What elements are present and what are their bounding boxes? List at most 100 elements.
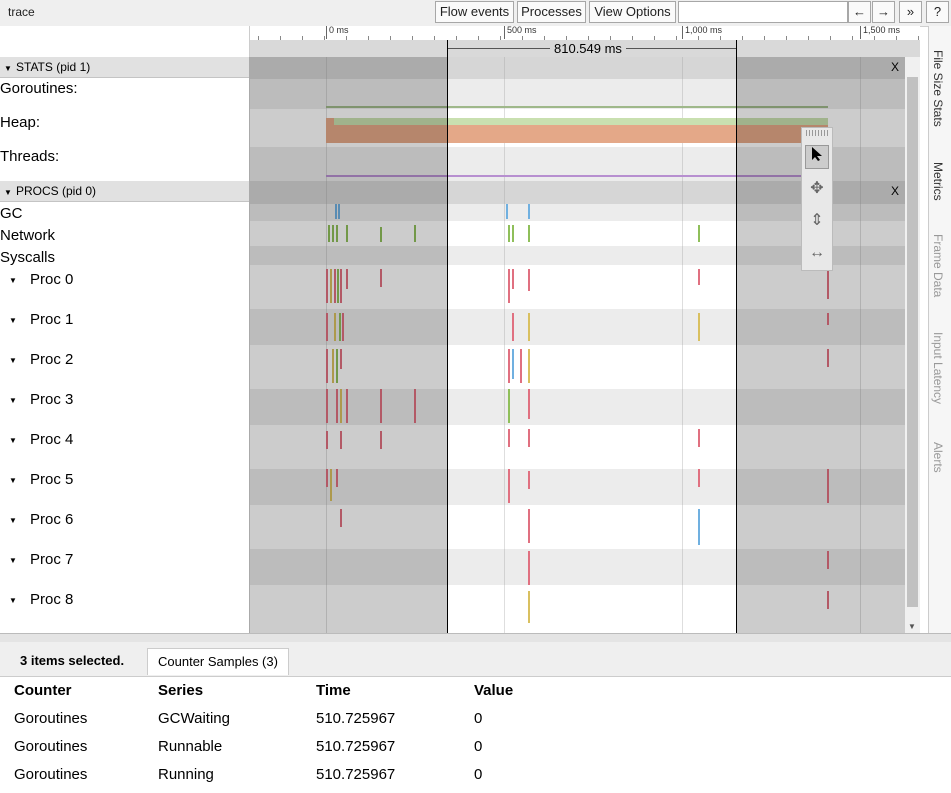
side-tab-input-latency[interactable]: Input Latency	[931, 332, 945, 404]
trace-slice[interactable]	[528, 509, 530, 543]
collapse-triangle-icon[interactable]: ▼	[0, 183, 16, 203]
trace-slice[interactable]	[698, 509, 700, 545]
trace-slice[interactable]	[512, 349, 514, 379]
trace-slice[interactable]	[512, 225, 514, 242]
tick-label: 1,000 ms	[685, 25, 723, 35]
proc-track-label[interactable]: ▼ Proc 4	[0, 431, 249, 448]
trace-slice[interactable]	[698, 269, 700, 285]
trace-slice[interactable]	[698, 225, 700, 242]
tab-counter-samples[interactable]: Counter Samples (3)	[147, 648, 289, 675]
app-title: trace	[8, 5, 35, 19]
close-icon[interactable]: X	[891, 184, 899, 198]
measurement-bar[interactable]: 810.549 ms	[250, 40, 920, 58]
trace-slice[interactable]	[508, 429, 510, 447]
group-title: PROCS (pid 0)	[16, 184, 97, 198]
table-cell: GCWaiting	[158, 709, 230, 727]
trace-slice[interactable]	[508, 389, 510, 423]
trace-slice[interactable]	[528, 349, 530, 383]
tick-label: 500 ms	[507, 25, 537, 35]
column-header[interactable]: Value	[460, 676, 660, 704]
measurement-label: 810.549 ms	[550, 41, 626, 56]
trace-slice[interactable]	[698, 313, 700, 341]
side-tab-metrics[interactable]: Metrics	[931, 162, 945, 201]
trace-slice[interactable]	[528, 313, 530, 341]
table-row[interactable]: Goroutines Running 510.725967 0	[0, 760, 660, 788]
side-tab-file-size-stats[interactable]: File Size Stats	[931, 50, 945, 127]
procs-group-header[interactable]: ▼ PROCS (pid 0)	[0, 181, 249, 202]
bottom-tab-bar	[0, 642, 951, 677]
proc-track-label[interactable]: ▼ Proc 2	[0, 351, 249, 368]
side-tab-alerts[interactable]: Alerts	[931, 442, 945, 473]
table-header-row: Counter Series Time Value	[0, 676, 660, 704]
forward-arrow-icon[interactable]: →	[872, 1, 895, 23]
track-label-syscalls: Syscalls	[0, 249, 249, 266]
table-cell: 510.725967	[316, 737, 396, 755]
timing-tool-icon[interactable]: ↔	[805, 241, 829, 265]
trace-slice[interactable]	[528, 471, 530, 489]
more-chevron-icon[interactable]: »	[899, 1, 922, 23]
proc-track-label[interactable]: ▼ Proc 5	[0, 471, 249, 488]
top-toolbar: trace Flow events Processes View Options…	[0, 0, 951, 27]
selection-marker-right[interactable]	[736, 57, 737, 633]
back-arrow-icon[interactable]: ←	[848, 1, 871, 23]
time-ruler[interactable]: 0 ms 500 ms 1,000 ms 1,500 ms	[250, 25, 920, 41]
trace-slice[interactable]	[508, 469, 510, 503]
table-cell: 0	[474, 765, 483, 783]
trace-slice[interactable]	[698, 429, 700, 447]
scrollbar-thumb[interactable]	[907, 77, 918, 607]
drag-handle-icon[interactable]	[806, 130, 828, 136]
trace-slice[interactable]	[520, 349, 522, 383]
trace-slice[interactable]	[528, 429, 530, 447]
collapse-triangle-icon[interactable]: ▼	[0, 59, 16, 79]
trace-slice[interactable]	[512, 269, 514, 289]
proc-track-label[interactable]: ▼ Proc 6	[0, 511, 249, 528]
table-cell: Goroutines	[14, 737, 88, 755]
scroll-down-icon[interactable]: ▼	[908, 622, 916, 631]
trace-slice[interactable]	[508, 349, 510, 383]
proc-track-label[interactable]: ▼ Proc 0	[0, 271, 249, 288]
table-cell: 0	[474, 709, 483, 727]
trace-slice[interactable]	[512, 313, 514, 341]
table-cell: Running	[158, 765, 214, 783]
column-header[interactable]: Counter	[0, 676, 144, 704]
side-tab-frame-data[interactable]: Frame Data	[931, 234, 945, 297]
table-cell: 0	[474, 737, 483, 755]
trace-slice[interactable]	[528, 389, 530, 419]
trace-slice[interactable]	[528, 269, 530, 291]
view-options-button[interactable]: View Options	[589, 1, 676, 23]
stats-group-header[interactable]: ▼ STATS (pid 1)	[0, 57, 249, 78]
left-header-spacer	[0, 26, 250, 57]
trace-slice[interactable]	[506, 204, 508, 219]
table-cell: 510.725967	[316, 709, 396, 727]
table-cell: Goroutines	[14, 765, 88, 783]
pan-tool-icon[interactable]: ✥	[805, 177, 829, 201]
processes-button[interactable]: Processes	[517, 1, 586, 23]
proc-track-label[interactable]: ▼ Proc 8	[0, 591, 249, 608]
trace-slice[interactable]	[508, 269, 510, 303]
side-panel-tabs: File Size Stats Metrics Frame Data Input…	[928, 26, 951, 634]
trace-slice[interactable]	[508, 225, 510, 242]
zoom-tool-icon[interactable]: ⇕	[805, 209, 829, 233]
table-row[interactable]: Goroutines Runnable 510.725967 0	[0, 732, 660, 760]
selection-table: Counter Series Time Value Goroutines GCW…	[0, 676, 660, 788]
help-button[interactable]: ?	[926, 1, 949, 23]
flow-events-button[interactable]: Flow events	[435, 1, 514, 23]
close-icon[interactable]: X	[891, 60, 899, 74]
vertical-scrollbar[interactable]: ▼	[905, 57, 920, 633]
proc-track-label[interactable]: ▼ Proc 1	[0, 311, 249, 328]
trace-slice[interactable]	[698, 469, 700, 487]
column-header[interactable]: Time	[302, 676, 460, 704]
trace-slice[interactable]	[528, 204, 530, 219]
trace-slice[interactable]	[528, 225, 530, 242]
selection-marker-left[interactable]	[447, 57, 448, 633]
tick-label: 0 ms	[329, 25, 349, 35]
tool-palette: ✥ ⇕ ↔	[801, 127, 833, 271]
table-row[interactable]: Goroutines GCWaiting 510.725967 0	[0, 704, 660, 732]
trace-slice[interactable]	[528, 591, 530, 623]
search-input[interactable]	[678, 1, 848, 23]
select-tool-icon[interactable]	[805, 145, 829, 169]
column-header[interactable]: Series	[144, 676, 302, 704]
proc-track-label[interactable]: ▼ Proc 7	[0, 551, 249, 568]
proc-track-label[interactable]: ▼ Proc 3	[0, 391, 249, 408]
trace-slice[interactable]	[528, 551, 530, 585]
